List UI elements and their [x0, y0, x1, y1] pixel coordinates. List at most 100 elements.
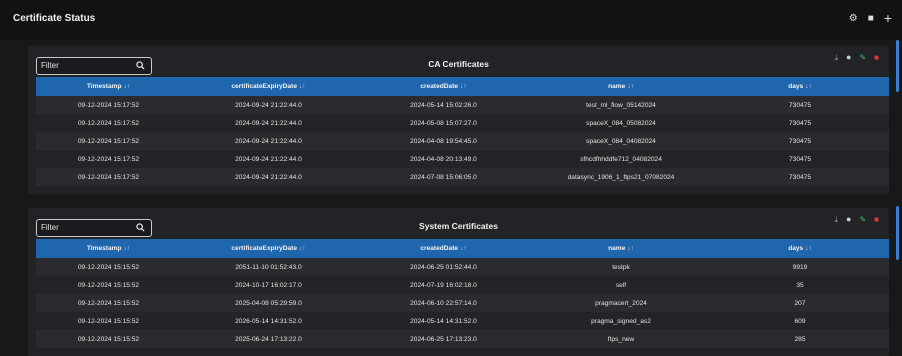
cell-created-date: 2024-06-10 22:57:14.0 — [410, 299, 477, 307]
cell-created-date: 2024-06-25 01:52:44.0 — [410, 263, 477, 271]
cell-timestamp: 09-12-2024 15:15:52 — [77, 317, 140, 325]
column-header-timestamp[interactable]: Timestamp ↓↑ — [36, 239, 181, 258]
table-header-row: Timestamp ↓↑ certificateExpiryDate ↓↑ crea… — [36, 239, 889, 258]
cell-days: 730475 — [788, 137, 811, 145]
cell-expiry-date: 2024-09-24 21:22:44.0 — [235, 155, 302, 163]
sort-icon[interactable]: ↓↑ — [627, 245, 634, 252]
cell-days: 609 — [794, 317, 806, 325]
delete-trash-icon[interactable]: ■ — [868, 13, 874, 25]
table-row[interactable]: 09-12-2024 15:17:52 2024-09-24 21:22:44.… — [36, 132, 889, 150]
download-icon[interactable]: ⤓ — [834, 215, 838, 224]
cell-expiry-date: 2024-10-17 16:02:17.0 — [235, 281, 302, 289]
sort-icon[interactable]: ↓↑ — [460, 245, 467, 252]
system-panel-actions: ⤓ ● ✎ ■ — [834, 215, 879, 225]
system-certificates-table: Timestamp ↓↑ certificateExpiryDate ↓↑ crea… — [36, 239, 889, 348]
edit-pencil-icon[interactable]: ✎ — [859, 53, 866, 62]
cell-created-date: 2024-06-25 17:13:23.0 — [410, 335, 477, 343]
table-row[interactable]: 09-12-2024 15:15:52 2026-05-14 14:31:52.… — [36, 312, 889, 330]
cell-timestamp: 09-12-2024 15:15:52 — [77, 335, 140, 343]
cell-days: 35 — [796, 281, 804, 289]
table-row[interactable]: 09-12-2024 15:17:52 2024-09-24 21:22:44.… — [36, 150, 889, 168]
cell-created-date: 2024-04-08 19:54:45.0 — [410, 137, 477, 145]
top-actions: ⚙ ■ + — [849, 11, 892, 25]
cell-created-date: 2024-07-08 15:06:05.0 — [410, 173, 477, 181]
cell-timestamp: 09-12-2024 15:17:52 — [77, 155, 140, 163]
cell-expiry-date: 2024-09-24 21:22:44.0 — [235, 119, 302, 127]
delete-trash-icon[interactable]: ■ — [874, 215, 879, 224]
cell-name: sfhcdfhhddfe712_04082024 — [580, 155, 662, 163]
sort-icon[interactable]: ↓↑ — [299, 245, 306, 252]
sort-icon[interactable]: ↓↑ — [627, 83, 634, 90]
column-header-created-date[interactable]: createdDate ↓↑ — [356, 239, 531, 258]
cell-timestamp: 09-12-2024 15:17:52 — [77, 101, 140, 109]
table-row[interactable]: 09-12-2024 15:17:52 2024-09-24 21:22:44.… — [36, 168, 889, 186]
cell-created-date: 2024-05-14 15:02:26.0 — [410, 101, 477, 109]
cell-expiry-date: 2024-09-24 21:22:44.0 — [235, 137, 302, 145]
cell-timestamp: 09-12-2024 15:15:52 — [77, 281, 140, 289]
cell-timestamp: 09-12-2024 15:17:52 — [77, 173, 140, 181]
cell-days: 730475 — [788, 173, 811, 181]
cell-name: spaceX_084_04082024 — [586, 137, 656, 145]
cell-name: pragma_signed_as2 — [591, 317, 651, 325]
cell-days: 207 — [794, 299, 806, 307]
ca-certificates-panel: CA Certificates ⤓ ● ✎ ■ Timestamp↓↑ cert… — [28, 46, 889, 194]
cell-expiry-date: 2024-09-24 21:22:44.0 — [235, 173, 302, 181]
sort-icon[interactable]: ↓↑ — [805, 245, 812, 252]
column-header-timestamp[interactable]: Timestamp ↓↑ — [36, 77, 181, 96]
cell-name: datasync_1906_1_ftps21_07082024 — [567, 173, 675, 181]
edit-pencil-icon[interactable]: ✎ — [859, 215, 866, 224]
cell-expiry-date: 2024-09-24 21:22:44.0 — [235, 101, 302, 109]
table-row[interactable]: 09-12-2024 15:17:52 2024-09-24 21:22:44.… — [36, 114, 889, 132]
column-header-created-date[interactable]: createdDate ↓↑ — [356, 77, 531, 96]
sort-icon[interactable]: ↓↑ — [460, 83, 467, 90]
ca-panel-actions: ⤓ ● ✎ ■ — [834, 53, 879, 63]
cell-name: test_ml_flow_05142024 — [586, 101, 656, 109]
cell-name: pragmacert_2024 — [595, 299, 647, 307]
column-header-name[interactable]: name ↓↑ — [531, 77, 711, 96]
cell-timestamp: 09-12-2024 15:17:52 — [77, 119, 140, 127]
table-row[interactable]: 09-12-2024 15:15:52 2025-04-08 05:29:59.… — [36, 294, 889, 312]
sort-icon[interactable]: ↓↑ — [124, 83, 131, 90]
table-row[interactable]: 09-12-2024 15:15:52 2024-10-17 16:02:17.… — [36, 276, 889, 294]
download-icon[interactable]: ⤓ — [834, 53, 838, 62]
system-panel-scrollbar[interactable] — [896, 206, 899, 260]
cell-days: 730475 — [788, 119, 811, 127]
system-panel-title: System Certificates — [419, 221, 498, 231]
column-header-certificate-expiry-date[interactable]: certificateExpiryDate ↓↑ — [181, 77, 356, 96]
cell-days: 285 — [794, 335, 806, 343]
cell-days: 730475 — [788, 101, 811, 109]
sort-icon[interactable]: ↓↑ — [805, 83, 812, 90]
cell-name: testpk — [612, 263, 630, 271]
top-bar: Certificate Status ⚙ ■ + — [0, 0, 902, 40]
view-eye-icon[interactable]: ● — [846, 53, 851, 62]
table-row[interactable]: 09-12-2024 15:17:52 2024-09-24 21:22:44.… — [36, 96, 889, 114]
cell-expiry-date: 2025-04-08 05:29:59.0 — [235, 299, 302, 307]
add-plus-icon[interactable]: + — [884, 11, 892, 25]
ca-panel-title: CA Certificates — [428, 59, 489, 69]
cell-created-date: 2024-05-14 14:31:52.0 — [410, 317, 477, 325]
column-header-days[interactable]: days ↓↑ — [711, 239, 889, 258]
system-certificates-panel: System Certificates ⤓ ● ✎ ■ Timestamp↓↑ … — [28, 208, 889, 356]
table-header-row: Timestamp ↓↑ certificateExpiryDate ↓↑ crea… — [36, 77, 889, 96]
page-title: Certificate Status — [13, 13, 96, 24]
cell-expiry-date: 2026-05-14 14:31:52.0 — [235, 317, 302, 325]
view-eye-icon[interactable]: ● — [846, 215, 851, 224]
column-header-name[interactable]: name ↓↑ — [531, 239, 711, 258]
cell-created-date: 2024-07-19 16:02:18.0 — [410, 281, 477, 289]
settings-gear-icon[interactable]: ⚙ — [849, 13, 858, 25]
ca-certificates-table: Timestamp ↓↑ certificateExpiryDate ↓↑ crea… — [36, 77, 889, 186]
cell-timestamp: 09-12-2024 15:15:52 — [77, 263, 140, 271]
column-header-certificate-expiry-date[interactable]: certificateExpiryDate ↓↑ — [181, 239, 356, 258]
cell-name: spaceX_084_05082024 — [586, 119, 656, 127]
cell-expiry-date: 2025-06-24 17:13:22.0 — [235, 335, 302, 343]
delete-trash-icon[interactable]: ■ — [874, 53, 879, 62]
sort-icon[interactable]: ↓↑ — [124, 245, 131, 252]
ca-panel-scrollbar[interactable] — [896, 40, 899, 92]
cell-timestamp: 09-12-2024 15:17:52 — [77, 137, 140, 145]
column-header-days[interactable]: days ↓↑ — [711, 77, 889, 96]
table-row[interactable]: 09-12-2024 15:15:52 2025-06-24 17:13:22.… — [36, 330, 889, 348]
cell-name: self — [615, 281, 627, 289]
sort-icon[interactable]: ↓↑ — [299, 83, 306, 90]
table-row[interactable]: 09-12-2024 15:15:52 2051-11-10 01:52:43.… — [36, 258, 889, 276]
cell-days: 9919 — [792, 263, 808, 271]
